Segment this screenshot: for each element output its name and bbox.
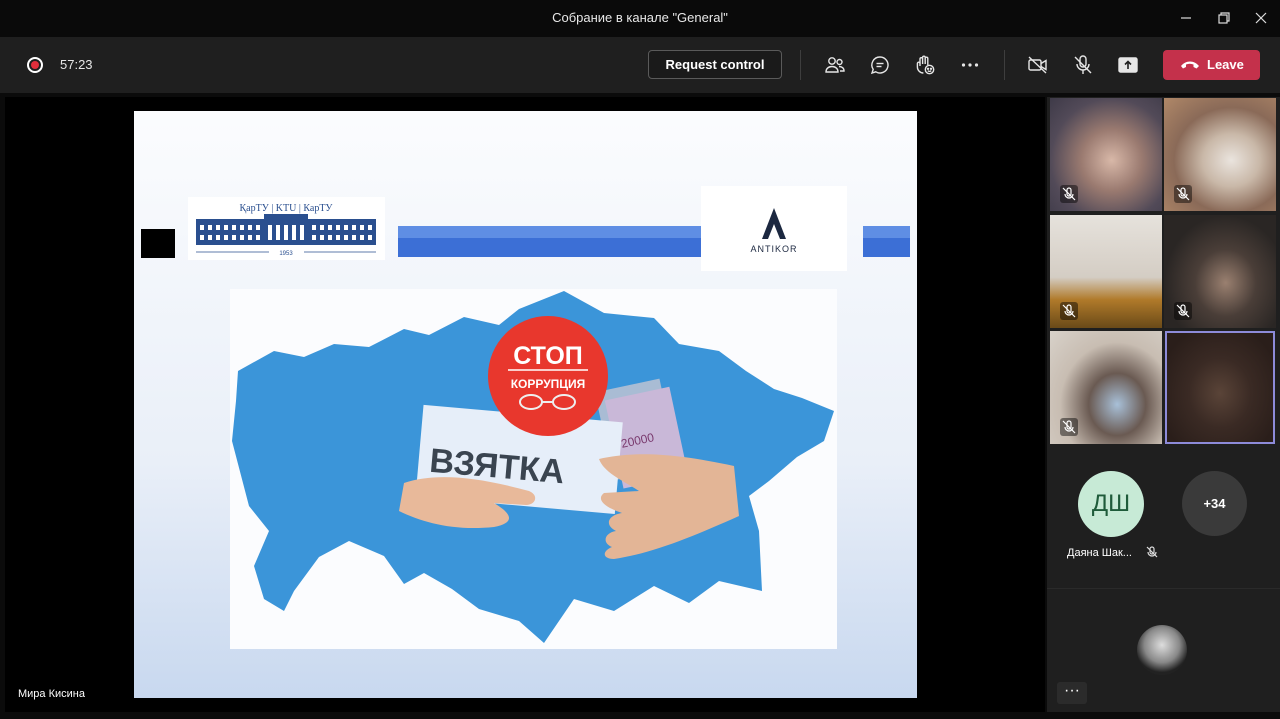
- mic-off-icon: [1060, 302, 1078, 320]
- participant-video-tile[interactable]: [1050, 215, 1162, 328]
- participant-video-tile[interactable]: [1164, 215, 1276, 328]
- stop-text: СТОП: [513, 342, 583, 370]
- more-options-icon[interactable]: [958, 53, 982, 77]
- participant-video-tile-speaking[interactable]: [1165, 331, 1275, 444]
- participant-avatar[interactable]: ДШ: [1078, 471, 1144, 537]
- mic-off-icon: [1174, 185, 1192, 203]
- toolbar-divider: [800, 50, 801, 80]
- antikor-logo-text: ANTIKOR: [750, 244, 797, 254]
- panel-more-icon[interactable]: ···: [1057, 682, 1087, 704]
- stop-badge: [488, 316, 608, 436]
- meeting-toolbar: 57:23 Request control Leave: [0, 37, 1280, 93]
- title-bar: Собрание в канале "General": [0, 0, 1280, 37]
- participant-video-tile[interactable]: [1050, 98, 1162, 211]
- camera-off-icon[interactable]: [1026, 53, 1050, 77]
- request-control-button[interactable]: Request control: [648, 50, 782, 79]
- leave-label: Leave: [1207, 57, 1244, 72]
- self-avatar[interactable]: [1137, 625, 1187, 675]
- minimize-icon[interactable]: [1174, 6, 1198, 30]
- presentation-slide: ҚарТУ | KTU | КарТУ 1953 ANTIKOR 20000 В…: [134, 111, 917, 698]
- antikor-logo: ANTIKOR: [701, 186, 847, 271]
- presenter-name: Мира Кисина: [18, 688, 85, 700]
- mic-off-icon: [1060, 418, 1078, 436]
- mic-off-icon: [1060, 185, 1078, 203]
- leave-button[interactable]: Leave: [1163, 50, 1260, 80]
- slide-black-block: [141, 229, 175, 258]
- corruption-text: КОРРУПЦИЯ: [511, 377, 586, 391]
- people-icon[interactable]: [823, 53, 847, 77]
- mic-off-icon[interactable]: [1071, 53, 1095, 77]
- stop-corruption-image: 20000 ВЗЯТКА СТОП КОРРУПЦИЯ: [230, 289, 837, 649]
- toolbar-divider: [1004, 50, 1005, 80]
- participant-video-tile[interactable]: [1164, 98, 1276, 211]
- hang-up-icon: [1181, 61, 1199, 69]
- panel-separator: [1047, 588, 1280, 589]
- ktu-logo-year: 1953: [279, 251, 293, 257]
- ktu-logo-text: ҚарТУ | KTU | КарТУ: [239, 203, 333, 214]
- share-screen-icon[interactable]: [1116, 53, 1140, 77]
- more-participants-button[interactable]: +34: [1182, 471, 1247, 536]
- participant-name-label: Даяна Шак...: [1067, 547, 1132, 559]
- ktu-logo: ҚарТУ | KTU | КарТУ 1953: [188, 197, 385, 260]
- mic-off-icon: [1146, 546, 1158, 558]
- meeting-timer: 57:23: [60, 57, 93, 72]
- restore-icon[interactable]: [1212, 6, 1236, 30]
- recording-icon: [27, 57, 43, 73]
- chat-icon[interactable]: [868, 53, 892, 77]
- participant-name: Даяна Шак...: [1067, 545, 1159, 559]
- mic-off-icon: [1174, 302, 1192, 320]
- participant-video-tile[interactable]: [1050, 331, 1162, 444]
- close-icon[interactable]: [1249, 6, 1273, 30]
- window-title: Собрание в канале "General": [552, 10, 728, 25]
- reactions-icon[interactable]: [913, 53, 937, 77]
